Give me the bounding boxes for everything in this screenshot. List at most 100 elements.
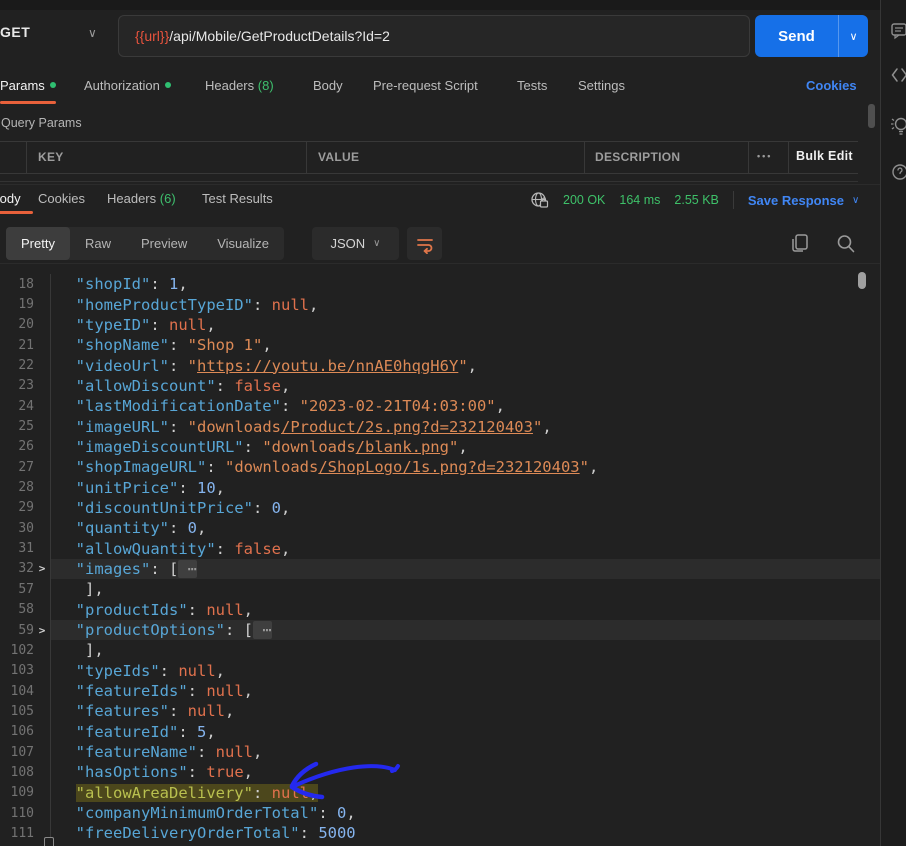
response-body-json: 18 "shopId": 1,19 "homeProductTypeID": n… [0, 264, 880, 846]
tab-tests[interactable]: Tests [517, 78, 547, 93]
params-dot [50, 82, 56, 88]
mode-pretty[interactable]: Pretty [6, 227, 70, 260]
query-params-table: KEY VALUE DESCRIPTION ••• Bulk Edit [0, 141, 858, 182]
bulk-edit-button[interactable]: Bulk Edit [796, 149, 853, 163]
send-button-label: Send [755, 28, 838, 45]
json-line-105: 105 "features": null, [0, 701, 880, 721]
response-tab-cookies[interactable]: Cookies [38, 191, 85, 206]
mode-preview[interactable]: Preview [126, 227, 202, 260]
tab-authorization[interactable]: Authorization [84, 78, 171, 93]
line-number: 20 [0, 317, 34, 332]
json-code: "quantity": 0, [50, 518, 880, 538]
json-code: "images": [ ⋯ [50, 559, 880, 579]
json-code: ], [50, 640, 880, 660]
url-input[interactable]: {{url}}/api/Mobile/GetProductDetails?Id=… [118, 15, 750, 57]
json-code: "homeProductTypeID": null, [50, 294, 880, 314]
help-circle-icon[interactable] [891, 163, 906, 181]
json-code: "imageDiscountURL": "downloads/blank.png… [50, 437, 880, 457]
lightbulb-icon[interactable] [891, 115, 906, 137]
line-number: 32 [0, 561, 34, 576]
method-selector[interactable]: GET [0, 24, 30, 40]
send-button[interactable]: Send ∨ [755, 15, 868, 57]
json-code: "allowAreaDelivery": null, [50, 783, 880, 803]
code-snippet-icon[interactable] [891, 66, 906, 84]
language-selector[interactable]: JSON∨ [312, 227, 399, 260]
mode-raw[interactable]: Raw [70, 227, 126, 260]
response-time[interactable]: 164 ms [619, 193, 660, 207]
response-tab-headers[interactable]: Headers (6) [107, 191, 176, 206]
mode-visualize[interactable]: Visualize [202, 227, 284, 260]
response-size[interactable]: 2.55 KB [674, 193, 718, 207]
url-path: /api/Mobile/GetProductDetails?Id=2 [169, 28, 390, 44]
request-tabs: Params Authorization Headers (8) Body Pr… [0, 78, 880, 108]
tab-params[interactable]: Params [0, 78, 56, 93]
json-code: "imageURL": "downloads/Product/2s.png?d=… [50, 416, 880, 436]
fold-toggle-icon[interactable]: > [34, 624, 50, 637]
json-line-28: 28 "unitPrice": 10, [0, 477, 880, 497]
more-options-icon[interactable]: ••• [757, 151, 772, 161]
json-line-27: 27 "shopImageURL": "downloads/ShopLogo/1… [0, 457, 880, 477]
column-value: VALUE [318, 150, 359, 164]
json-line-18: 18 "shopId": 1, [0, 274, 880, 294]
authorization-dot [165, 82, 171, 88]
json-line-29: 29 "discountUnitPrice": 0, [0, 498, 880, 518]
tab-body[interactable]: Body [313, 78, 343, 93]
json-code: "productOptions": [ ⋯ [50, 620, 880, 640]
json-code: "videoUrl": "https://youtu.be/nnAE0hqgH6… [50, 355, 880, 375]
fold-toggle-icon[interactable]: > [34, 562, 50, 575]
comments-icon[interactable] [891, 22, 906, 40]
json-line-102: 102 ], [0, 640, 880, 660]
json-line-57: 57 ], [0, 579, 880, 599]
chevron-down-icon: ∨ [373, 238, 380, 249]
line-number: 31 [0, 541, 34, 556]
chevron-down-icon: ∨ [852, 195, 859, 206]
json-code: "allowQuantity": false, [50, 538, 880, 558]
response-tab-body[interactable]: Body [0, 191, 21, 206]
copy-response-button[interactable] [788, 231, 812, 257]
json-code: "hasOptions": true, [50, 762, 880, 782]
text-wrap-icon [415, 234, 435, 254]
line-number: 58 [0, 602, 34, 617]
json-line-111: 111 "freeDeliveryOrderTotal": 5000 [0, 823, 880, 843]
status-badge[interactable]: 200 OK [563, 193, 605, 207]
response-scrollbar-thumb[interactable] [858, 272, 866, 289]
chevron-down-icon[interactable]: ∨ [88, 26, 97, 40]
network-globe-icon[interactable] [530, 191, 549, 209]
json-line-103: 103 "typeIds": null, [0, 661, 880, 681]
query-params-label: Query Params [1, 116, 82, 130]
line-number: 109 [0, 785, 34, 800]
save-response-button[interactable]: Save Response∨ [748, 193, 859, 208]
tab-headers[interactable]: Headers (8) [205, 78, 274, 93]
line-number: 23 [0, 378, 34, 393]
json-code: "typeID": null, [50, 315, 880, 335]
params-scrollbar-thumb[interactable] [868, 104, 875, 128]
line-number: 21 [0, 338, 34, 353]
line-number: 57 [0, 582, 34, 597]
json-line-23: 23 "allowDiscount": false, [0, 376, 880, 396]
json-line-109: 109 "allowAreaDelivery": null, [0, 783, 880, 803]
column-description: DESCRIPTION [595, 150, 680, 164]
json-line-107: 107 "featureName": null, [0, 742, 880, 762]
cookies-link[interactable]: Cookies [806, 78, 857, 93]
line-number: 25 [0, 419, 34, 434]
line-number: 22 [0, 358, 34, 373]
response-tab-test-results[interactable]: Test Results [202, 191, 273, 206]
json-line-30: 30 "quantity": 0, [0, 518, 880, 538]
line-number: 108 [0, 765, 34, 780]
fold-widget-partial [44, 837, 54, 846]
wrap-lines-button[interactable] [407, 227, 442, 260]
search-response-button[interactable] [834, 231, 858, 257]
response-tabs: Body Cookies Headers (6) Test Results [0, 191, 540, 217]
json-line-25: 25 "imageURL": "downloads/Product/2s.png… [0, 416, 880, 436]
column-key: KEY [38, 150, 64, 164]
view-mode-switcher: Pretty Raw Preview Visualize [6, 227, 284, 260]
tab-prerequest-script[interactable]: Pre-request Script [373, 78, 478, 93]
send-options-chevron-icon[interactable]: ∨ [838, 15, 868, 57]
json-code: "discountUnitPrice": 0, [50, 498, 880, 518]
tab-settings[interactable]: Settings [578, 78, 625, 93]
json-line-21: 21 "shopName": "Shop 1", [0, 335, 880, 355]
line-number: 104 [0, 684, 34, 699]
line-number: 59 [0, 623, 34, 638]
line-number: 30 [0, 521, 34, 536]
json-code: "featureId": 5, [50, 722, 880, 742]
